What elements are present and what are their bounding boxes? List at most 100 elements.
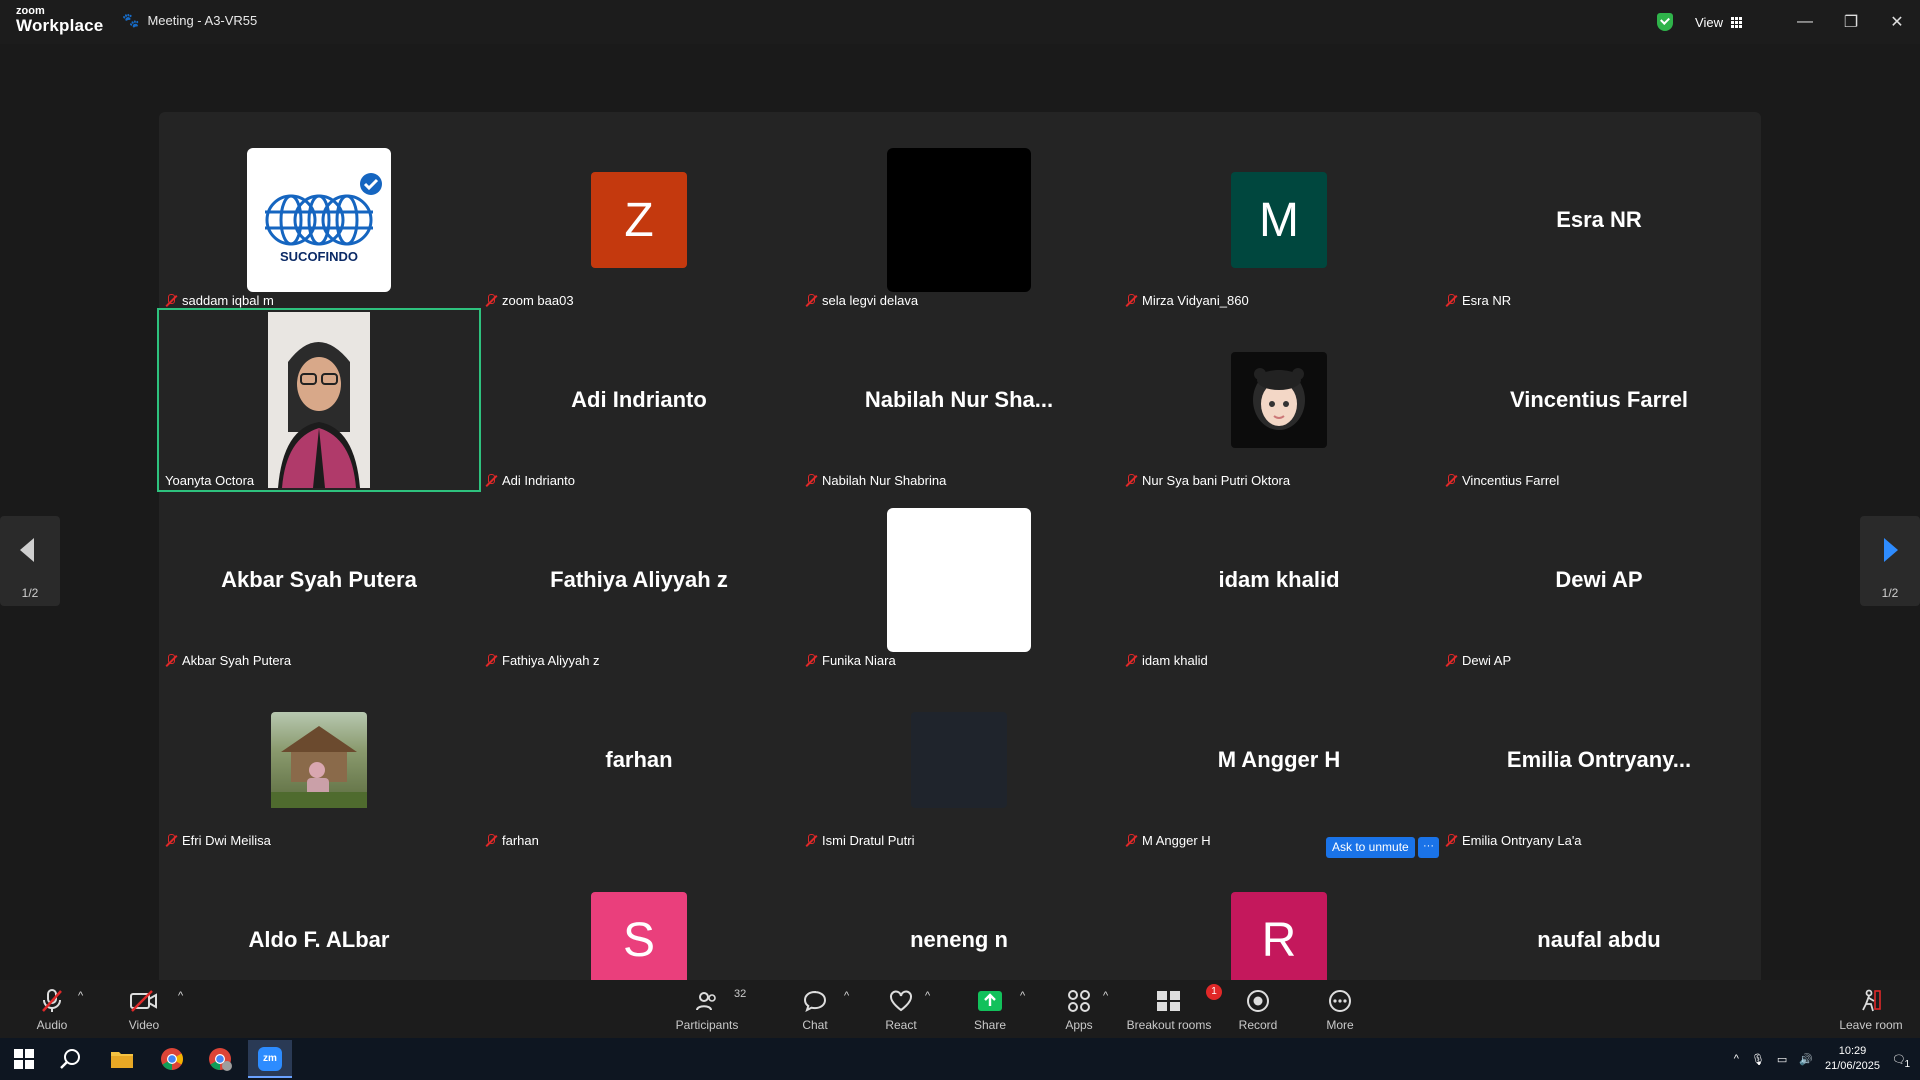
participant-tile[interactable]: Emilia Ontryany... Emilia Ontryany La'a (1439, 670, 1759, 850)
participant-tile[interactable]: Esra NR Esra NR (1439, 130, 1759, 310)
network-icon[interactable]: ▭ (1777, 1053, 1787, 1066)
leave-room-icon (1860, 988, 1882, 1014)
page-indicator-right: 1/2 (1881, 586, 1899, 600)
breakout-badge: 1 (1206, 984, 1222, 1000)
share-options-caret-icon[interactable]: ^ (1020, 990, 1025, 1002)
tile-content: Fathiya Aliyyah z (479, 490, 799, 670)
participant-tile[interactable]: M Angger H M Angger H (1119, 670, 1439, 850)
more-icon (1328, 988, 1352, 1014)
participant-name: Emilia Ontryany La'a (1462, 833, 1582, 848)
participant-tile[interactable]: Fathiya Aliyyah z Fathiya Aliyyah z (479, 490, 799, 670)
react-button[interactable]: React (883, 980, 919, 1038)
clock-time: 10:29 (1838, 1045, 1867, 1057)
participant-display-name: neneng n (910, 927, 1008, 952)
prev-page-button[interactable]: 1/2 (0, 516, 60, 606)
participant-tile[interactable]: Dewi AP Dewi AP (1439, 490, 1759, 670)
participant-tile[interactable]: farhan farhan (479, 670, 799, 850)
participant-tile[interactable]: sela legvi delava (799, 130, 1119, 310)
participant-tile[interactable]: Vincentius Farrel Vincentius Farrel (1439, 310, 1759, 490)
avatar: S (591, 892, 687, 988)
mic-muted-icon (1125, 654, 1137, 667)
breakout-rooms-label: Breakout rooms (1126, 1018, 1212, 1032)
maximize-button[interactable]: ❐ (1828, 12, 1874, 32)
participant-display-name: Dewi AP (1555, 567, 1643, 592)
notification-center-icon[interactable]: 🗨 1 (1892, 1053, 1910, 1070)
participant-tile[interactable]: Funika Niara (799, 490, 1119, 670)
next-page-button[interactable]: 1/2 (1860, 516, 1920, 606)
apps-label: Apps (1065, 1018, 1093, 1032)
participant-tile[interactable]: M Mirza Vidyani_860 (1119, 130, 1439, 310)
close-button[interactable]: ✕ (1874, 12, 1920, 32)
clock[interactable]: 10:29 21/06/2025 (1825, 1044, 1880, 1074)
participant-display-name: Nabilah Nur Sha... (864, 387, 1054, 412)
mic-muted-icon (485, 294, 497, 307)
breakout-rooms-button[interactable]: 1 Breakout rooms (1126, 980, 1222, 1038)
participant-display-name: Adi Indrianto (571, 387, 707, 412)
logo-line2: Workplace (16, 16, 104, 35)
participant-tile[interactable]: Ismi Dratul Putri (799, 670, 1119, 850)
mic-muted-icon (805, 834, 817, 847)
more-button[interactable]: More (1320, 980, 1360, 1038)
chat-options-caret-icon[interactable]: ^ (844, 990, 849, 1002)
participant-name: Akbar Syah Putera (182, 653, 292, 668)
participant-name: Esra NR (1462, 293, 1512, 308)
leave-room-label: Leave room (1839, 1018, 1903, 1032)
mic-muted-icon (41, 988, 63, 1014)
participant-name-label: Esra NR (1445, 293, 1511, 308)
ask-to-unmute-button[interactable]: Ask to unmute (1326, 837, 1415, 858)
apps-options-caret-icon[interactable]: ^ (1103, 990, 1108, 1002)
tile-more-button[interactable]: ··· (1418, 837, 1439, 858)
microphone-tray-icon[interactable]: 🎙 (1751, 1053, 1765, 1066)
participant-name: Vincentius Farrel (1462, 473, 1560, 488)
share-button[interactable]: Share (970, 980, 1010, 1038)
minimize-button[interactable]: — (1782, 13, 1828, 31)
windows-start-icon[interactable] (14, 1049, 34, 1074)
audio-options-caret-icon[interactable]: ^ (78, 990, 83, 1002)
tray-chevron-icon[interactable]: ^ (1734, 1053, 1739, 1065)
participant-tile[interactable]: Adi Indrianto Adi Indrianto (479, 310, 799, 490)
participant-tile[interactable]: SUCOFINDO saddam iqbal m (159, 130, 479, 310)
participant-tile[interactable]: Efri Dwi Meilisa (159, 670, 479, 850)
volume-icon[interactable]: 🔊 (1799, 1053, 1813, 1066)
video-button[interactable]: Video (124, 980, 164, 1038)
participant-name: Adi Indrianto (502, 473, 575, 488)
search-icon[interactable] (60, 1048, 82, 1075)
participant-name: M Angger H (1142, 833, 1211, 848)
meeting-title: 🐾 Meeting - A3-VR55 (122, 12, 257, 29)
participant-tile[interactable]: Zzoom baa03 (479, 130, 799, 310)
react-options-caret-icon[interactable]: ^ (925, 990, 930, 1002)
mic-muted-icon (1445, 294, 1457, 307)
encryption-shield-icon[interactable] (1657, 13, 1674, 31)
chat-button[interactable]: Chat (797, 980, 833, 1038)
react-label: React (885, 1018, 917, 1032)
tile-content: Dewi AP (1439, 490, 1759, 670)
leave-room-button[interactable]: Leave room (1836, 980, 1906, 1038)
participant-display-name: Vincentius Farrel (1509, 387, 1689, 412)
participant-tile[interactable]: idam khalid idam khalid (1119, 490, 1439, 670)
paw-icon: 🐾 (122, 12, 140, 28)
participant-tile[interactable]: Akbar Syah Putera Akbar Syah Putera (159, 490, 479, 670)
participant-tile[interactable]: Nabilah Nur Sha... Nabilah Nur Shabrina (799, 310, 1119, 490)
participants-count: 32 (734, 988, 747, 1000)
video-options-caret-icon[interactable]: ^ (178, 990, 183, 1002)
tile-content (799, 670, 1119, 850)
chrome-icon[interactable] (160, 1047, 184, 1076)
participant-name-label: Adi Indrianto (485, 473, 575, 488)
file-explorer-icon[interactable] (110, 1048, 134, 1075)
view-button[interactable]: View (1695, 15, 1742, 30)
participant-display-name: M Angger H (1217, 747, 1341, 772)
record-button[interactable]: Record (1238, 980, 1278, 1038)
tile-content: Z (479, 130, 799, 310)
audio-button[interactable]: Audio (32, 980, 72, 1038)
participant-tile[interactable]: Nur Sya bani Putri Oktora (1119, 310, 1439, 490)
chat-icon (803, 988, 827, 1014)
profile-picture (887, 508, 1031, 652)
participants-button[interactable]: 32 Participants (672, 980, 747, 1038)
participant-tile[interactable]: Yoanyta Octora (157, 308, 481, 492)
mic-muted-icon (1445, 474, 1457, 487)
chrome-profile-icon[interactable] (208, 1047, 232, 1076)
mic-muted-icon (165, 834, 177, 847)
zoom-taskbar-button[interactable]: zm (248, 1040, 292, 1078)
participant-name-label: Funika Niara (805, 653, 896, 668)
apps-button[interactable]: Apps (1061, 980, 1097, 1038)
